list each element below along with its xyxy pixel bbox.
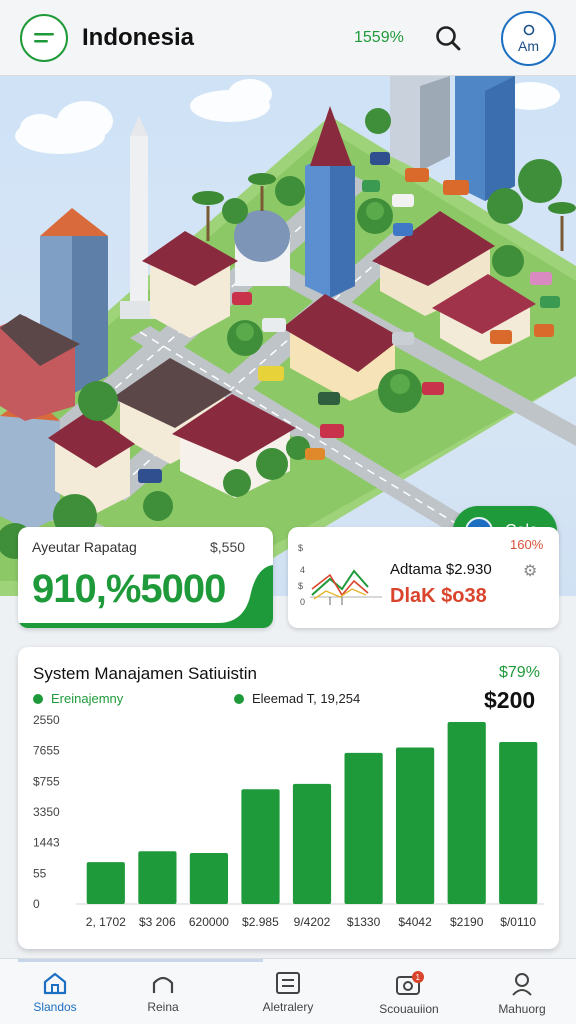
avatar-initials: Am — [518, 37, 539, 54]
y-tick-label: 1443 — [33, 836, 60, 850]
search-button[interactable] — [430, 20, 466, 56]
nav-label: Scouauiion — [379, 1002, 439, 1016]
nav-item-scouauiion[interactable]: 1 Scouauiion — [354, 959, 464, 1024]
arch-icon — [152, 976, 174, 993]
nav-label: Reina — [147, 1000, 179, 1014]
nav-label: Slandos — [33, 1000, 77, 1014]
x-tick-label: $1330 — [347, 915, 381, 929]
y-tick-label: 55 — [33, 866, 47, 880]
bar-5[interactable] — [292, 783, 332, 904]
header-stat: 1559% — [354, 29, 404, 46]
x-tick-label: $2190 — [450, 915, 484, 929]
y-tick-label: $755 — [33, 774, 60, 788]
city-illustration: Cola — [0, 76, 576, 596]
camera-icon: 1 — [396, 971, 424, 995]
mini-tick-2: 4 — [300, 565, 305, 575]
user-icon — [512, 973, 532, 996]
x-tick-label: 9/4202 — [294, 915, 331, 929]
x-tick-label: $2.985 — [242, 915, 279, 929]
summary-card[interactable]: $ 4 $ 0 160% Adtama $2.930 DlaK $o38 ⚙ — [288, 527, 559, 628]
mini-tick-3: $ — [298, 581, 303, 591]
avatar-glyph-icon — [523, 24, 534, 35]
balance-value: 910,%5000 — [32, 567, 226, 611]
bar-8[interactable] — [447, 722, 486, 904]
bottom-navigation: Slandos Reina Aletralery 1 Scouauiion Ma… — [0, 958, 576, 1024]
bar-6[interactable] — [344, 752, 383, 904]
nav-badge: 1 — [416, 973, 421, 982]
summary-line-1: Adtama $2.930 — [390, 561, 492, 578]
nav-item-slandos[interactable]: Slandos — [0, 959, 110, 1024]
mini-tick-1: $ — [298, 543, 303, 553]
search-icon — [436, 26, 461, 51]
system-chart-card: System Manajamen Satiuistin $79% Ereinaj… — [18, 647, 559, 949]
mini-tick-4: 0 — [300, 597, 305, 607]
nav-label: Mahuorg — [498, 1002, 546, 1016]
x-tick-label: $4042 — [398, 915, 432, 929]
gear-icon[interactable]: ⚙ — [523, 561, 537, 581]
balance-amount: $,550 — [210, 539, 246, 555]
menu-icon — [34, 33, 54, 43]
nav-item-reina[interactable]: Reina — [108, 959, 218, 1024]
balance-label: Ayeutar Rapatag — [32, 539, 137, 555]
x-tick-label: $3 206 — [139, 915, 176, 929]
y-tick-label: 3350 — [33, 805, 60, 819]
bar-9[interactable] — [499, 742, 538, 904]
bar-chart: 2550 7655 $755 3350 1443 55 0 2, 1702 $3 206 6200… — [33, 713, 544, 929]
summary-percent: 160% — [510, 537, 544, 552]
y-tick-label: 2550 — [33, 713, 60, 727]
app-header: Indonesia 1559% Am — [0, 0, 576, 76]
x-tick-label: 620000 — [189, 915, 229, 929]
bar-1[interactable] — [86, 862, 125, 904]
y-tick-label: 7655 — [33, 744, 60, 758]
page-title: Indonesia — [82, 24, 195, 51]
nav-label: Aletralery — [262, 1000, 314, 1014]
menu-button[interactable] — [20, 14, 68, 62]
mini-line-chart: $ 4 $ 0 — [298, 543, 382, 607]
summary-line-2: DlaK $o38 — [390, 585, 487, 607]
balance-card[interactable]: Ayeutar Rapatag $,550 910,%5000 — [18, 527, 273, 628]
bar-3[interactable] — [189, 853, 228, 904]
bar-2[interactable] — [138, 851, 177, 904]
avatar[interactable]: Am — [501, 11, 556, 66]
nav-item-mahuorg[interactable]: Mahuorg — [467, 959, 576, 1024]
x-tick-label: 2, 1702 — [86, 915, 126, 929]
y-tick-label: 0 — [33, 897, 40, 911]
nav-item-aletralery[interactable]: Aletralery — [233, 959, 343, 1024]
list-icon — [276, 972, 300, 994]
x-tick-label: $/0110 — [500, 915, 536, 929]
bar-4[interactable] — [241, 789, 280, 904]
bar-7[interactable] — [396, 747, 435, 905]
home-icon — [43, 972, 67, 995]
